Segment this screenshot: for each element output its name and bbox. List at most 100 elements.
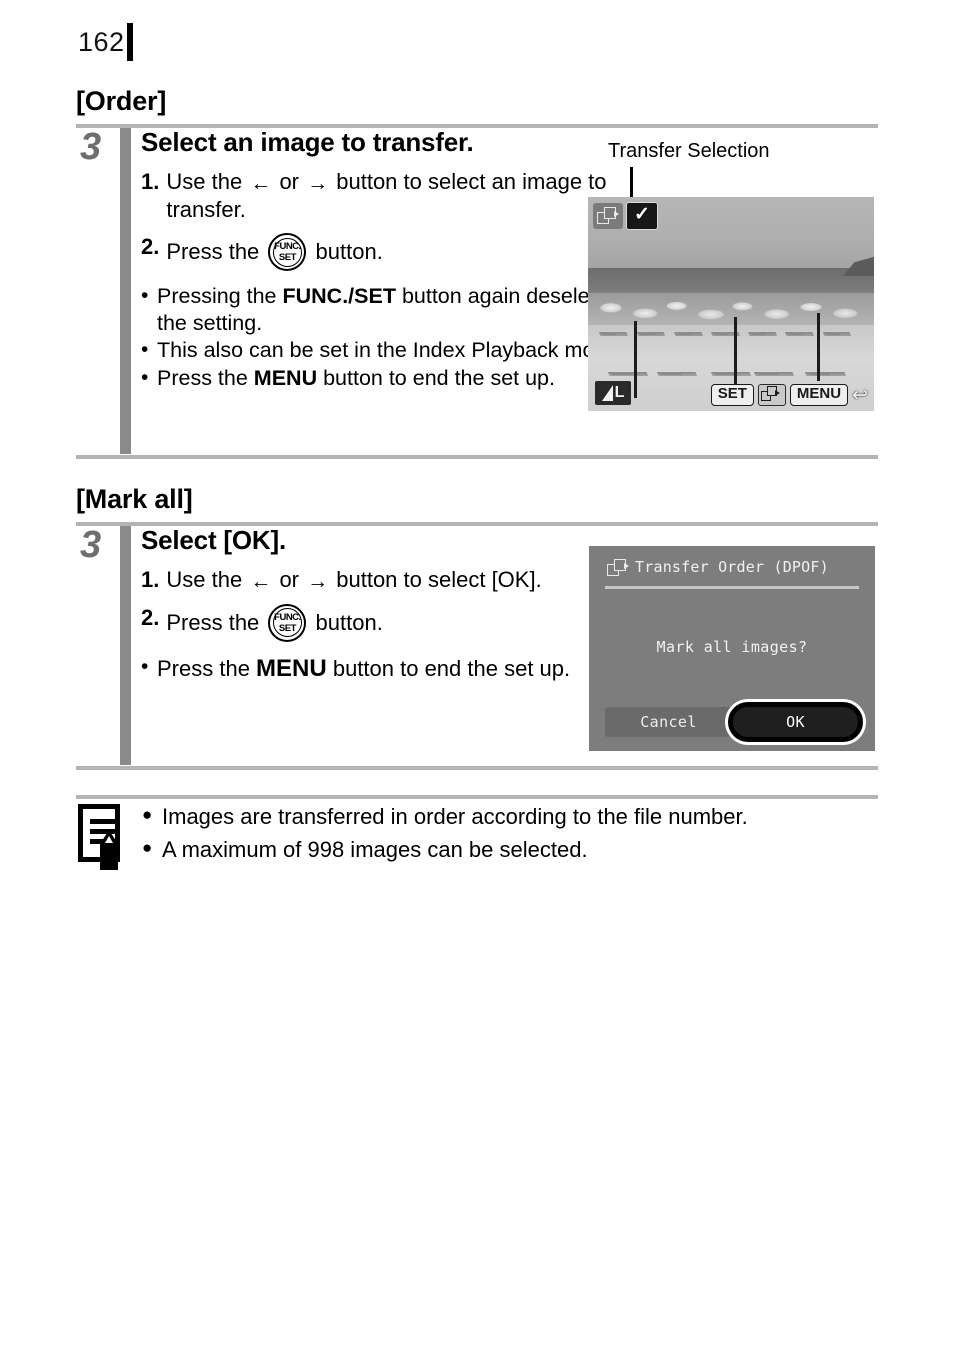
photo-lounger-back (639, 332, 656, 335)
photo-lounger-back (751, 332, 767, 335)
substep-text-before: Press the (166, 239, 260, 265)
transfer-checkmark-badge: ✓ (626, 202, 658, 230)
step-accent-bar-mark-all (120, 526, 131, 765)
note-bullet-dot: ● (142, 805, 153, 824)
note-box: ● Images are transferred in order accord… (76, 800, 878, 870)
ok-button[interactable]: OK (728, 702, 863, 742)
osd-menu-key: MENU (789, 384, 849, 406)
substep-text-before: Press the (166, 609, 260, 635)
photo-lounger (636, 331, 665, 335)
photo-lounger (822, 331, 851, 335)
substep-text-after: button. (315, 239, 383, 265)
divider-mark-all-bottom (76, 766, 878, 770)
func-set-button-icon: FUNC. SET (268, 603, 307, 642)
memo-pencil-body (100, 844, 118, 870)
transfer-doc-glyph (607, 558, 629, 576)
osd-selection-badges: ✓ (593, 202, 658, 230)
substep-mark-1: 1. Use the ← or → button to select [OK]. (141, 566, 641, 594)
substep-text: Press the FUNC. SET button. (166, 233, 641, 272)
section-heading-order: [Order] (76, 86, 167, 116)
photo-lounger (748, 331, 776, 335)
photo-lounger-back (602, 332, 619, 335)
bullet-text: Pressing the FUNC./SET button again dese… (157, 283, 641, 336)
substep-order-2: 2. Press the FUNC. SET button. (141, 233, 641, 272)
func-set-bottom-label: SET (278, 252, 296, 264)
memo-note-icon (76, 804, 124, 870)
transfer-order-icon-small (757, 384, 786, 406)
bullet-keyword: FUNC./SET (282, 284, 396, 309)
step-title-order: Select an image to transfer. (141, 127, 474, 157)
osd-set-key: SET (710, 384, 754, 406)
bullet-text: Press the MENU button to end the set up. (157, 654, 641, 684)
photo-lounger-back (825, 332, 842, 335)
substep-number: 1. (141, 566, 160, 592)
note-item: ● Images are transferred in order accord… (142, 802, 878, 833)
transfer-arrow-glyph (774, 390, 780, 396)
photo-umbrella-pole (816, 312, 820, 382)
bullet-text: Press the MENU button to end the set up. (157, 365, 641, 391)
bullet-item: • Pressing the FUNC./SET button again de… (141, 283, 641, 336)
dialog-message: Mark all images? (656, 638, 808, 656)
substep-text-after: button to select [OK]. (336, 566, 542, 592)
arrow-right-icon: → (307, 569, 329, 593)
note-item-text: Images are transferred in order accordin… (162, 804, 748, 829)
substep-order-1: 1. Use the ← or → button to select an im… (141, 168, 641, 223)
bullet-keyword: MENU (256, 654, 327, 682)
photo-lounger-back (788, 332, 804, 335)
bullet-text: This also can be set in the Index Playba… (157, 338, 625, 363)
photo-umbrella-band (588, 293, 874, 330)
camera-photo-screen: ✓ L SET MENU ↩ (588, 197, 874, 411)
transfer-arrow-glyph (624, 562, 629, 569)
step-number-order: 3 (80, 126, 102, 168)
substep-mark-2: 2. Press the FUNC. SET button. (141, 603, 641, 642)
note-item: ● A maximum of 998 images can be selecte… (142, 835, 878, 866)
substep-number: 2. (141, 604, 160, 630)
dialog-title-underline (605, 586, 859, 589)
arrow-left-icon: ← (250, 569, 272, 593)
transfer-doc-glyph (760, 386, 780, 401)
bullet-item: • Press the MENU button to end the set u… (141, 365, 641, 391)
memo-pencil-tip-highlight (105, 836, 113, 843)
func-set-button-icon: FUNC. SET (268, 233, 307, 272)
page-header: 162 (78, 22, 133, 62)
substep-text-before: Use the (166, 566, 243, 592)
transfer-arrow-glyph (614, 211, 619, 217)
page-number: 162 (78, 26, 125, 57)
substep-text: Use the ← or → button to select [OK]. (166, 566, 641, 594)
image-size-label: L (614, 384, 625, 401)
step-bullets-order: • Pressing the FUNC./SET button again de… (141, 283, 641, 391)
photo-lounger (785, 331, 814, 335)
step-title-mark-all: Select [OK]. (141, 525, 286, 555)
bullet-dot: • (141, 365, 149, 389)
photo-lounger-back (676, 332, 693, 335)
transfer-order-icon (607, 558, 629, 576)
page-edge-marker (126, 23, 133, 61)
dialog-title-text: Transfer Order (DPOF) (635, 558, 829, 576)
memo-line (90, 819, 118, 824)
substep-text-after: button. (315, 609, 383, 635)
photo-umbrella-pole (733, 316, 737, 394)
photo-lounger-back (713, 332, 730, 335)
dialog-button-bar: Cancel OK (605, 702, 863, 742)
bullet-item: • This also can be set in the Index Play… (141, 337, 641, 363)
bullet-text-post: button to end the set up. (317, 365, 555, 390)
image-quality-badge: L (595, 381, 631, 405)
return-arrow-icon: ↩ (852, 384, 868, 406)
transfer-order-icon (593, 203, 623, 229)
cancel-button[interactable]: Cancel (605, 713, 732, 731)
osd-hint-bar: SET MENU ↩ (710, 384, 868, 406)
transfer-doc-glyph (597, 207, 619, 224)
photo-umbrella-pole (633, 321, 637, 399)
substep-text: Press the FUNC. SET button. (166, 603, 641, 642)
step-number-mark-all: 3 (80, 524, 102, 566)
arrow-left-icon: ← (250, 171, 272, 195)
step-bullets-mark-all: • Press the MENU button to end the set u… (141, 654, 641, 684)
divider-note-top (76, 795, 878, 799)
figure-caption-transfer-selection: Transfer Selection (608, 140, 770, 162)
func-set-top-label: FUNC. (274, 241, 301, 253)
bullet-text-post: button to end the set up. (326, 655, 571, 681)
bullet-keyword: MENU (253, 365, 318, 390)
step-accent-bar-order (120, 128, 131, 454)
substep-text: Use the ← or → button to select an image… (166, 168, 641, 223)
step-body-mark-all: Select [OK]. 1. Use the ← or → button to… (141, 525, 641, 684)
